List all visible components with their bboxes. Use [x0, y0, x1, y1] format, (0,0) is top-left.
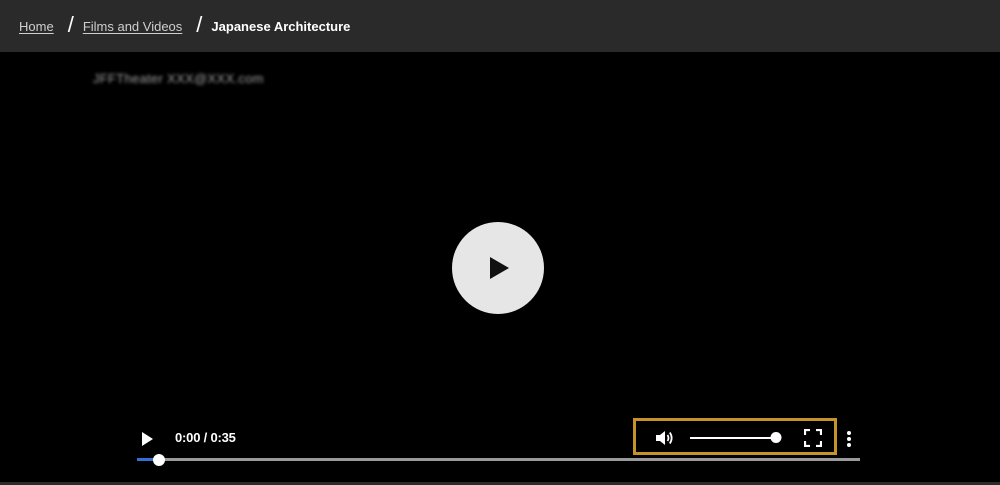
more-options-button[interactable]: [845, 430, 853, 448]
breadcrumb-separator: /: [196, 12, 203, 37]
progress-thumb[interactable]: [152, 454, 165, 466]
volume-slider[interactable]: [690, 432, 781, 444]
play-icon: [142, 432, 153, 446]
progress-bar[interactable]: [137, 454, 860, 466]
breadcrumb-home-link[interactable]: Home: [19, 19, 54, 34]
breadcrumb: Home / Films and Videos / Japanese Archi…: [19, 12, 351, 37]
video-watermark: JFFTheater XXX@XXX.com: [93, 71, 264, 86]
video-player[interactable]: JFFTheater XXX@XXX.com 0:00 / 0:35: [0, 52, 1000, 482]
breadcrumb-films-link[interactable]: Films and Videos: [83, 19, 182, 34]
time-display: 0:00 / 0:35: [175, 430, 236, 445]
volume-icon: [656, 431, 673, 445]
progress-track: [137, 458, 860, 461]
header-bar: Home / Films and Videos / Japanese Archi…: [0, 0, 1000, 52]
volume-thumb[interactable]: [770, 432, 781, 443]
fullscreen-icon: [803, 428, 823, 448]
more-vertical-icon: [847, 431, 851, 447]
play-icon: [490, 257, 509, 279]
big-play-button[interactable]: [452, 222, 544, 314]
page: Home / Films and Videos / Japanese Archi…: [0, 0, 1000, 485]
breadcrumb-current: Japanese Architecture: [211, 18, 351, 34]
breadcrumb-separator: /: [67, 12, 74, 37]
volume-track: [690, 437, 780, 439]
volume-button[interactable]: [655, 429, 675, 447]
play-button[interactable]: [139, 430, 155, 448]
fullscreen-button[interactable]: [803, 428, 823, 448]
